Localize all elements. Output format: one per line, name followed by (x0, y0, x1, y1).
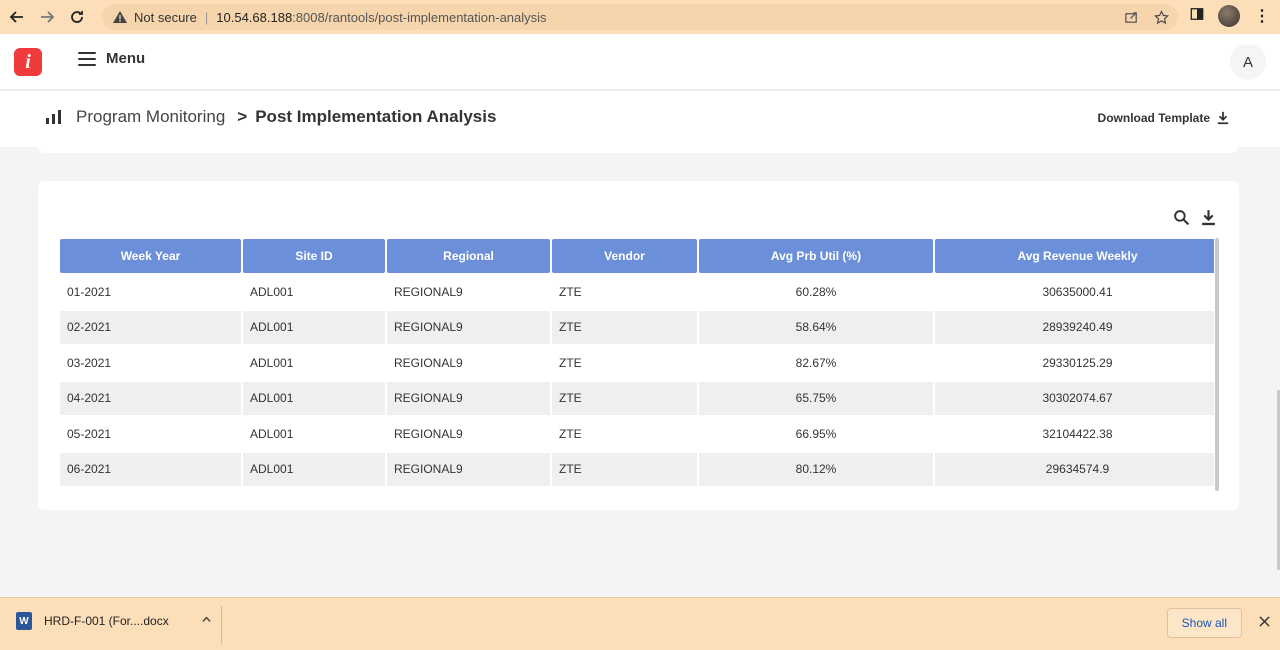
table-row[interactable]: 06-2021 ADL001 REGIONAL9 ZTE 80.12% 2963… (60, 452, 1214, 486)
cell-avg-revenue-weekly: 29634574.9 (935, 452, 1214, 486)
shelf-divider (221, 606, 222, 644)
cell-site-id: ADL001 (243, 310, 385, 344)
cell-avg-revenue-weekly: 32104422.38 (935, 417, 1214, 451)
table-row[interactable]: 01-2021 ADL001 REGIONAL9 ZTE 60.28% 3063… (60, 275, 1214, 309)
analysis-table: Week Year Site ID Regional Vendor Avg Pr… (58, 237, 1214, 487)
cell-avg-prb-util: 65.75% (699, 381, 933, 415)
cell-site-id: ADL001 (243, 275, 385, 309)
address-divider: | (204, 9, 209, 25)
download-template-label: Download Template (1097, 111, 1210, 125)
breadcrumb-parent[interactable]: Program Monitoring (76, 107, 225, 127)
column-header-regional[interactable]: Regional (387, 239, 550, 273)
cell-week-year: 06-2021 (60, 452, 241, 486)
side-panel-icon[interactable] (1190, 7, 1204, 26)
menu-label: Menu (106, 50, 146, 67)
address-bar[interactable]: Not secure | 10.54.68.188:8008/rantools/… (102, 4, 1178, 30)
url-host: 10.54.68.188 (216, 9, 293, 25)
table-container: Week Year Site ID Regional Vendor Avg Pr… (58, 237, 1214, 487)
cell-regional: REGIONAL9 (387, 381, 550, 415)
cell-site-id: ADL001 (243, 346, 385, 380)
breadcrumb: Program Monitoring > Post Implementation… (46, 107, 496, 127)
close-icon[interactable] (1259, 614, 1270, 631)
table-row[interactable]: 04-2021 ADL001 REGIONAL9 ZTE 65.75% 3030… (60, 381, 1214, 415)
download-item[interactable]: W HRD-F-001 (For....docx (16, 612, 212, 630)
browser-menu-icon[interactable]: ⋮ (1254, 6, 1270, 26)
show-all-button[interactable]: Show all (1166, 608, 1242, 638)
app-header: i Menu A (0, 34, 1280, 90)
cell-regional: REGIONAL9 (387, 310, 550, 344)
hamburger-icon (78, 51, 96, 66)
download-icon (1217, 111, 1229, 125)
cell-avg-prb-util: 60.28% (699, 275, 933, 309)
cell-regional: REGIONAL9 (387, 346, 550, 380)
breadcrumb-separator: > (237, 107, 248, 126)
reload-icon[interactable] (64, 4, 90, 30)
cell-avg-revenue-weekly: 28939240.49 (935, 310, 1214, 344)
cell-site-id: ADL001 (243, 452, 385, 486)
cell-site-id: ADL001 (243, 417, 385, 451)
cell-week-year: 04-2021 (60, 381, 241, 415)
table-row[interactable]: 02-2021 ADL001 REGIONAL9 ZTE 58.64% 2893… (60, 310, 1214, 344)
cell-avg-prb-util: 66.95% (699, 417, 933, 451)
forward-icon[interactable] (34, 4, 60, 30)
cell-vendor: ZTE (552, 417, 697, 451)
url-path: :8008/rantools/post-implementation-analy… (292, 9, 547, 25)
cell-avg-revenue-weekly: 30302074.67 (935, 381, 1214, 415)
share-icon[interactable] (1122, 8, 1140, 26)
cell-site-id: ADL001 (243, 381, 385, 415)
chevron-up-icon[interactable] (201, 614, 212, 628)
table-row[interactable]: 05-2021 ADL001 REGIONAL9 ZTE 66.95% 3210… (60, 417, 1214, 451)
bar-chart-icon (46, 110, 62, 124)
table-row[interactable]: 03-2021 ADL001 REGIONAL9 ZTE 82.67% 2933… (60, 346, 1214, 380)
cell-week-year: 02-2021 (60, 310, 241, 344)
table-scrollbar[interactable] (1215, 238, 1219, 491)
breadcrumb-bar: Program Monitoring > Post Implementation… (0, 91, 1280, 147)
cell-avg-revenue-weekly: 30635000.41 (935, 275, 1214, 309)
browser-toolbar: Not secure | 10.54.68.188:8008/rantools/… (0, 0, 1280, 34)
cell-avg-prb-util: 82.67% (699, 346, 933, 380)
search-icon[interactable] (1173, 209, 1190, 226)
cell-regional: REGIONAL9 (387, 452, 550, 486)
column-header-avg-revenue-weekly[interactable]: Avg Revenue Weekly (935, 239, 1214, 273)
column-header-week-year[interactable]: Week Year (60, 239, 241, 273)
back-icon[interactable] (4, 4, 30, 30)
results-card: Week Year Site ID Regional Vendor Avg Pr… (38, 181, 1239, 510)
download-shelf: W HRD-F-001 (For....docx Show all (0, 597, 1280, 650)
cell-regional: REGIONAL9 (387, 275, 550, 309)
export-download-icon[interactable] (1200, 209, 1217, 226)
bookmark-star-icon[interactable] (1152, 8, 1170, 26)
warning-icon (113, 11, 127, 23)
cell-vendor: ZTE (552, 452, 697, 486)
column-header-vendor[interactable]: Vendor (552, 239, 697, 273)
cell-week-year: 03-2021 (60, 346, 241, 380)
cell-avg-revenue-weekly: 29330125.29 (935, 346, 1214, 380)
page-title: Post Implementation Analysis (255, 107, 497, 126)
menu-button[interactable]: Menu (78, 50, 145, 67)
table-tools (1173, 209, 1217, 226)
user-avatar[interactable]: A (1230, 44, 1266, 80)
cell-week-year: 05-2021 (60, 417, 241, 451)
cell-week-year: 01-2021 (60, 275, 241, 309)
cell-vendor: ZTE (552, 310, 697, 344)
download-file-name: HRD-F-001 (For....docx (44, 614, 169, 628)
app-logo[interactable]: i (14, 48, 42, 76)
column-header-avg-prb-util[interactable]: Avg Prb Util (%) (699, 239, 933, 273)
profile-avatar[interactable] (1218, 5, 1240, 27)
table-header-row: Week Year Site ID Regional Vendor Avg Pr… (60, 239, 1214, 273)
column-header-site-id[interactable]: Site ID (243, 239, 385, 273)
cell-regional: REGIONAL9 (387, 417, 550, 451)
cell-vendor: ZTE (552, 275, 697, 309)
download-template-button[interactable]: Download Template (1098, 111, 1230, 125)
cell-vendor: ZTE (552, 381, 697, 415)
word-document-icon: W (16, 612, 32, 630)
cell-vendor: ZTE (552, 346, 697, 380)
cell-avg-prb-util: 80.12% (699, 452, 933, 486)
security-label: Not secure (134, 9, 197, 25)
breadcrumb-card-edge (38, 147, 1238, 153)
cell-avg-prb-util: 58.64% (699, 310, 933, 344)
